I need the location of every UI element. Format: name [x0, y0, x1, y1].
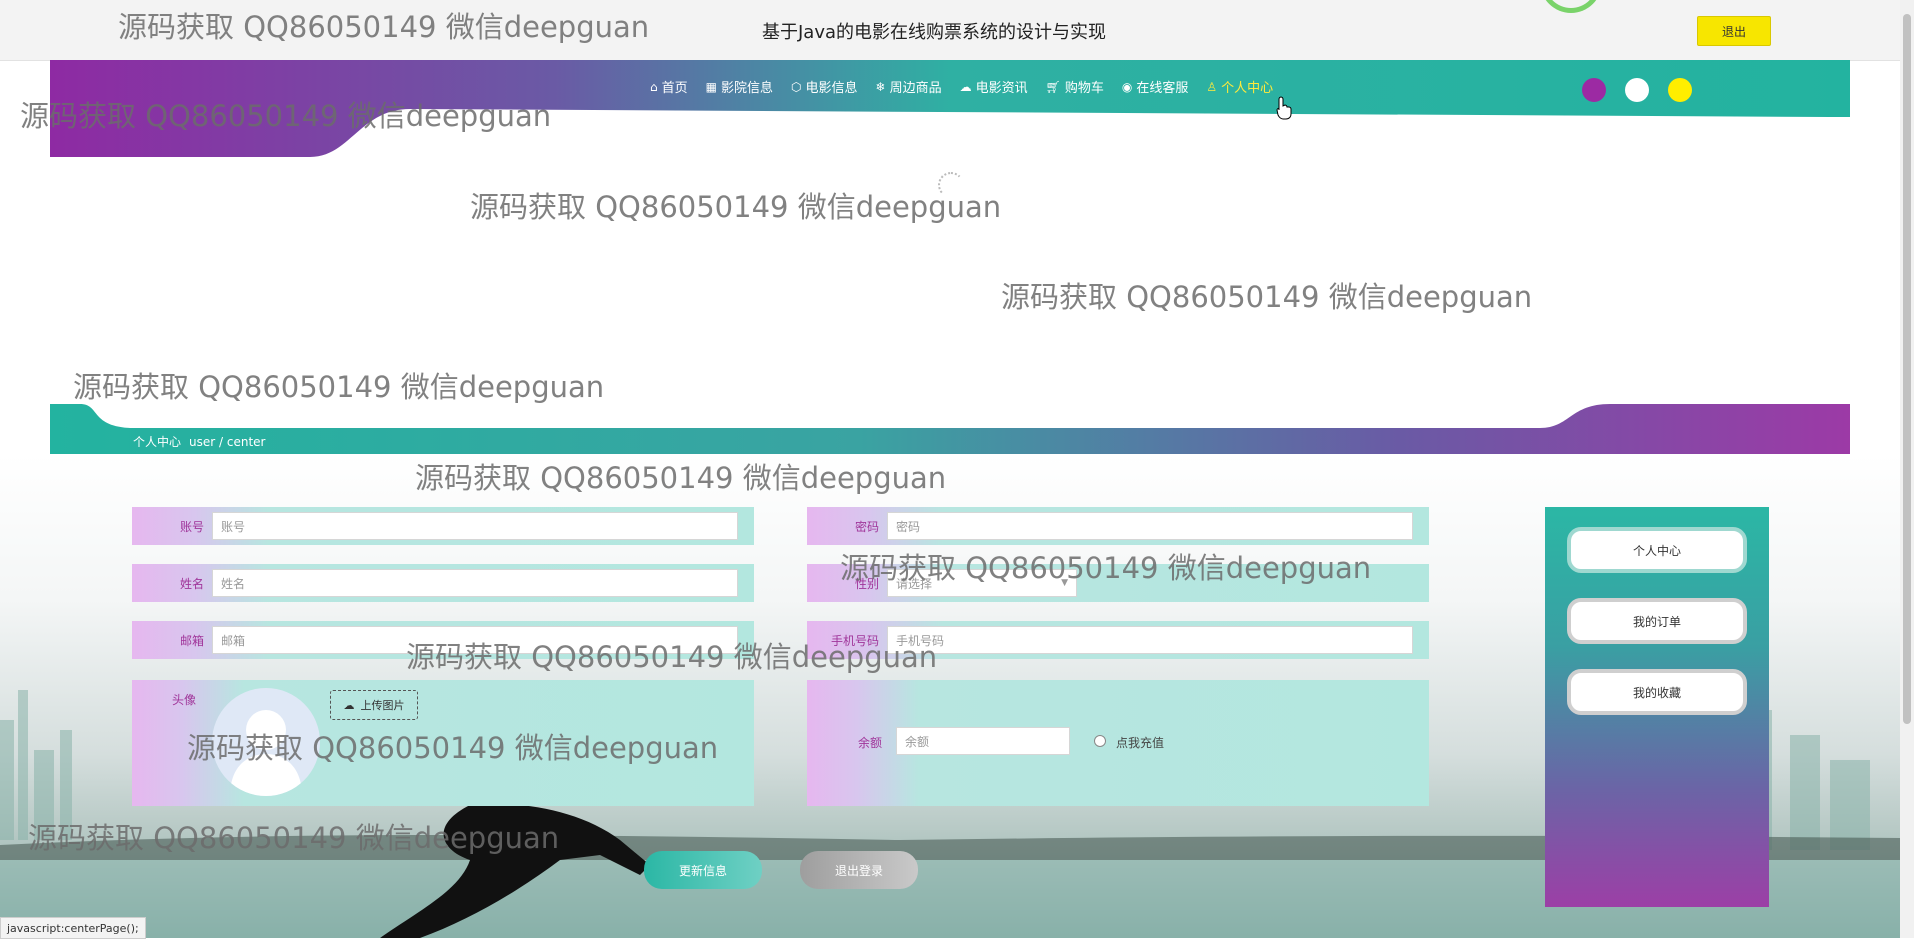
theme-white-dot[interactable]: [1625, 78, 1649, 102]
nav-item-label: 影院信息: [720, 81, 773, 96]
nav-item-label: 电影资讯: [975, 81, 1028, 96]
logout-button[interactable]: 退出: [1697, 16, 1771, 46]
password-row: 密码 密码: [807, 507, 1429, 545]
recharge-link[interactable]: 点我充值: [1116, 734, 1164, 751]
watermark-text: 源码获取 QQ86050149 微信deepguan: [415, 461, 947, 495]
nav-item-cart[interactable]: 🛒︎ 购物车: [1045, 77, 1104, 97]
account-label: 账号: [179, 519, 204, 534]
breadcrumb-band: [50, 404, 1850, 454]
theme-purple-dot[interactable]: [1582, 78, 1606, 102]
main-nav: ⌂ 首页 ▦ 影院信息 ⬡ 电影信息 ❄ 周边商品 ☁ 电影资讯 🛒︎ 购物车 …: [650, 77, 1291, 97]
nav-item-news[interactable]: ☁ 电影资讯: [959, 77, 1028, 97]
cart-icon: 🛒︎: [1045, 79, 1061, 94]
cloud-upload-icon: ☁: [343, 698, 355, 712]
watermark-text: 源码获取 QQ86050149 微信deepguan: [73, 370, 605, 404]
snowflake-icon: ❄: [875, 79, 886, 94]
password-label: 密码: [854, 519, 879, 534]
decorative-arc: [1540, 0, 1602, 13]
hand-cursor-icon: [1276, 96, 1292, 120]
logout-account-button[interactable]: 退出登录: [800, 851, 918, 889]
nav-item-label: 周边商品: [889, 81, 942, 96]
watermark-text: 源码获取 QQ86050149 微信deepguan: [840, 551, 1372, 585]
side-item-my-orders[interactable]: 我的订单: [1567, 598, 1747, 644]
watermark-text: 源码获取 QQ86050149 微信deepguan: [28, 821, 560, 855]
cube-icon: ⬡: [791, 79, 802, 94]
recharge-radio[interactable]: [1094, 735, 1106, 747]
email-label: 邮箱: [179, 633, 204, 648]
nav-item-label: 首页: [661, 81, 688, 96]
theme-yellow-dot[interactable]: [1668, 78, 1692, 102]
user-side-panel: 个人中心 我的订单 我的收藏: [1545, 507, 1769, 907]
watermark-text: 源码获取 QQ86050149 微信deepguan: [187, 731, 719, 765]
nav-item-user-center[interactable]: ♙ 个人中心: [1206, 77, 1274, 97]
account-input[interactable]: 账号: [212, 512, 738, 540]
nav-item-label: 个人中心: [1221, 81, 1274, 96]
home-icon: ⌂: [650, 79, 658, 94]
watermark-text: 源码获取 QQ86050149 微信deepguan: [20, 99, 552, 133]
update-info-button[interactable]: 更新信息: [644, 851, 762, 889]
watermark-text: 源码获取 QQ86050149 微信deepguan: [406, 640, 938, 674]
side-item-user-center[interactable]: 个人中心: [1567, 527, 1747, 573]
side-item-my-favorites[interactable]: 我的收藏: [1567, 669, 1747, 715]
breadcrumb-path: user / center: [189, 435, 266, 449]
nav-item-service[interactable]: ◉ 在线客服: [1121, 77, 1189, 97]
vertical-scrollbar[interactable]: [1900, 0, 1914, 938]
chat-icon: ◉: [1121, 79, 1133, 94]
upload-image-label: 上传图片: [360, 699, 405, 712]
avatar-label: 头像: [172, 693, 197, 707]
name-input[interactable]: 姓名: [212, 569, 738, 597]
site-title: 基于Java的电影在线购票系统的设计与实现: [762, 22, 1107, 43]
watermark-text: 源码获取 QQ86050149 微信deepguan: [118, 10, 650, 44]
news-icon: ☁: [959, 79, 972, 94]
account-row: 账号 账号: [132, 507, 754, 545]
nav-item-merch[interactable]: ❄ 周边商品: [875, 77, 942, 97]
name-row: 姓名 姓名: [132, 564, 754, 602]
nav-item-label: 在线客服: [1136, 81, 1189, 96]
balance-label: 余额: [858, 736, 883, 750]
grid-icon: ▦: [705, 79, 717, 94]
balance-input[interactable]: 余额: [896, 727, 1070, 755]
breadcrumb-current: 个人中心: [133, 435, 182, 449]
watermark-text: 源码获取 QQ86050149 微信deepguan: [1001, 280, 1533, 314]
nav-item-movie[interactable]: ⬡ 电影信息: [791, 77, 858, 97]
user-icon: ♙: [1206, 79, 1218, 94]
nav-item-home[interactable]: ⌂ 首页: [650, 77, 688, 97]
nav-item-label: 购物车: [1064, 81, 1104, 96]
password-input[interactable]: 密码: [887, 512, 1413, 540]
upload-image-button[interactable]: ☁ 上传图片: [330, 690, 418, 720]
watermark-text: 源码获取 QQ86050149 微信deepguan: [470, 190, 1002, 224]
status-bar-url: javascript:centerPage();: [0, 917, 146, 939]
phone-input[interactable]: 手机号码: [887, 626, 1413, 654]
nav-item-cinema[interactable]: ▦ 影院信息: [705, 77, 773, 97]
name-label: 姓名: [179, 576, 204, 591]
scrollbar-thumb[interactable]: [1903, 14, 1911, 724]
nav-item-label: 电影信息: [805, 81, 858, 96]
breadcrumb: 个人中心 user / center: [133, 433, 265, 450]
